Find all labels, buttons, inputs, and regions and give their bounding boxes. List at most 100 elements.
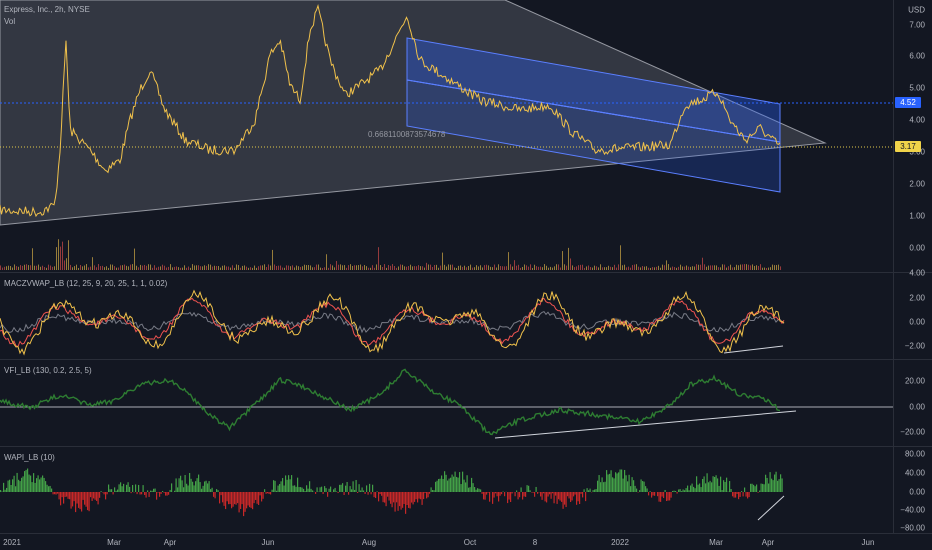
wapi-bar: [765, 474, 767, 492]
volume-bar: [734, 267, 735, 270]
wapi-bar: [52, 492, 54, 495]
volume-bar: [350, 264, 351, 270]
volume-bar: [632, 265, 633, 270]
wapi-bar: [615, 472, 617, 492]
volume-bar: [522, 266, 523, 270]
volume-bar: [384, 264, 385, 270]
wapi-bar: [447, 480, 449, 492]
volume-bar: [682, 266, 683, 270]
volume-bar: [702, 257, 703, 270]
volume-bar: [62, 241, 63, 270]
volume-bar: [308, 264, 309, 270]
wapi-plot[interactable]: WAPI_LB (10): [0, 447, 893, 533]
wapi-bar: [144, 492, 146, 495]
maczvwap-axis[interactable]: 4.00 2.00 0.00 −2.00: [893, 269, 932, 359]
wapi-bar: [484, 492, 486, 500]
volume-bar: [546, 265, 547, 270]
volume-bar: [46, 267, 47, 270]
wapi-bar: [579, 492, 581, 505]
wapi-bar: [223, 492, 225, 506]
volume-bar: [88, 267, 89, 270]
time-label: Aug: [361, 538, 377, 547]
volume-bar: [550, 266, 551, 270]
wapi-bar: [306, 485, 308, 492]
wapi-bar: [595, 489, 597, 492]
wapi-bar: [123, 483, 125, 492]
wapi-bar: [376, 491, 378, 492]
wapi-bar: [756, 484, 758, 492]
wapi-bar: [7, 480, 9, 492]
wapi-bar: [570, 492, 572, 503]
volume-bar: [288, 265, 289, 270]
wapi-bar: [495, 492, 497, 494]
volume-bar: [436, 264, 437, 270]
volume-bar: [708, 265, 709, 270]
volume-bar: [328, 267, 329, 270]
vfi-tick: 20.00: [904, 376, 925, 386]
wapi-bar: [715, 475, 717, 492]
wapi-axis[interactable]: 80.00 40.00 0.00 −40.00 −80.00: [893, 447, 932, 533]
volume-bar: [278, 265, 279, 270]
wapi-title[interactable]: WAPI_LB (10): [4, 453, 55, 462]
wapi-bar: [649, 491, 651, 492]
wapi-bar: [439, 478, 441, 492]
wapi-bar: [61, 492, 63, 498]
wapi-bar: [511, 492, 513, 494]
wapi-bar: [388, 492, 390, 501]
volume-bar: [514, 260, 515, 270]
wapi-bar: [733, 492, 735, 498]
volume-bar: [128, 266, 129, 270]
wapi-bar: [190, 478, 192, 492]
volume-bar: [204, 265, 205, 270]
vfi-pane[interactable]: VFI_LB (130, 0.2, 2.5, 5) 20.00 0.00 −20…: [0, 360, 932, 446]
volume-bar: [14, 264, 15, 270]
alert-price-flag[interactable]: 4.52: [895, 97, 921, 108]
volume-bar: [754, 265, 755, 270]
wapi-bar: [558, 492, 560, 500]
wapi-bar: [166, 492, 168, 496]
wapi-bar: [372, 484, 374, 492]
wapi-bar: [24, 471, 26, 492]
wapi-bar: [726, 477, 728, 492]
volume-bar: [764, 267, 765, 270]
wapi-pane[interactable]: WAPI_LB (10) 80.00 40.00 0.00 −40.00 −80…: [0, 447, 932, 533]
volume-bar: [22, 265, 23, 270]
volume-bar: [68, 240, 69, 270]
volume-label[interactable]: Vol: [4, 17, 15, 26]
volume-bar: [112, 264, 113, 270]
wapi-bar: [6, 487, 8, 492]
wapi-bar: [34, 482, 36, 492]
wapi-bar: [109, 489, 111, 492]
wapi-bar: [168, 492, 170, 495]
wapi-bar: [174, 490, 176, 492]
volume-bar: [168, 266, 169, 270]
wapi-bar: [319, 487, 321, 492]
maczvwap-pane[interactable]: MACZVWAP_LB (12, 25, 9, 20, 25, 1, 1, 0.…: [0, 269, 932, 359]
price-pane[interactable]: Express, Inc., 2h, NYSE Vol 0.6681100873…: [0, 0, 932, 272]
volume-bar: [252, 267, 253, 270]
time-axis[interactable]: 2021 Mar Apr Jun Aug Oct 8 2022 Mar Apr …: [0, 534, 893, 550]
vfi-plot[interactable]: VFI_LB (130, 0.2, 2.5, 5): [0, 360, 893, 446]
wapi-bar: [361, 487, 363, 492]
maczvwap-title[interactable]: MACZVWAP_LB (12, 25, 9, 20, 25, 1, 1, 0.…: [4, 279, 167, 288]
wapi-bar: [55, 492, 57, 495]
wapi-bar: [322, 492, 324, 495]
volume-bar: [28, 265, 29, 270]
wapi-bar: [111, 489, 113, 492]
wapi-bar: [777, 480, 779, 492]
symbol-title[interactable]: Express, Inc., 2h, NYSE: [4, 5, 90, 14]
wapi-bar: [474, 487, 476, 492]
volume-bar: [570, 258, 571, 270]
wapi-bar: [523, 492, 525, 497]
volume-bar: [212, 266, 213, 270]
price-axis[interactable]: USD 7.00 6.00 5.00 4.00 3.00 2.00 1.00 0…: [893, 0, 932, 272]
price-plot[interactable]: Express, Inc., 2h, NYSE Vol 0.6681100873…: [0, 0, 893, 272]
maczvwap-plot[interactable]: MACZVWAP_LB (12, 25, 9, 20, 25, 1, 1, 0.…: [0, 273, 893, 359]
wapi-bar: [483, 492, 485, 500]
volume-bar: [174, 266, 175, 270]
last-price-flag[interactable]: 3.17: [895, 141, 921, 152]
wapi-bar: [589, 488, 591, 492]
vfi-title[interactable]: VFI_LB (130, 0.2, 2.5, 5): [4, 366, 92, 375]
vfi-axis[interactable]: 20.00 0.00 −20.00: [893, 360, 932, 446]
volume-bar: [238, 265, 239, 270]
